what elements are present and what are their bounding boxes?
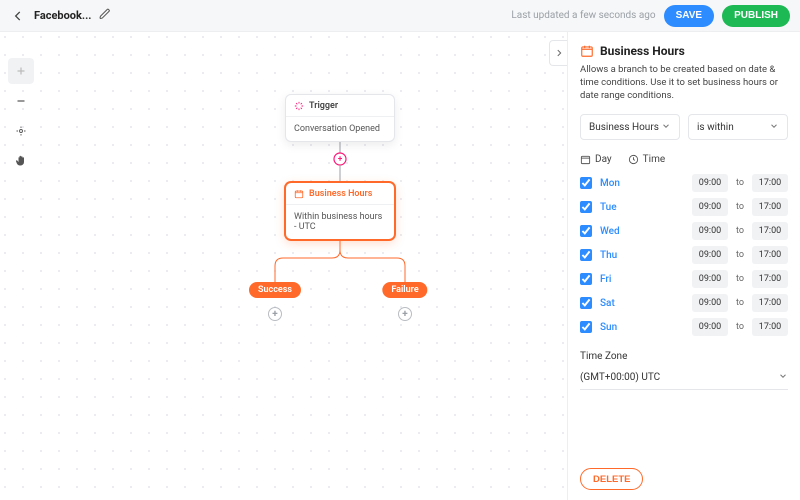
day-name: Wed (600, 226, 626, 237)
day-checkbox[interactable] (580, 273, 592, 285)
time-to-input[interactable]: 17:00 (752, 294, 788, 312)
day-name: Tue (600, 202, 626, 213)
schedule-row: Fri 09:00 to 17:00 (580, 269, 788, 289)
publish-button[interactable]: PUBLISH (722, 5, 790, 27)
node-business-hours-body: Within business hours - UTC (286, 205, 394, 239)
day-name: Thu (600, 250, 626, 261)
schedule-row: Sun 09:00 to 17:00 (580, 317, 788, 337)
node-business-hours-title: Business Hours (309, 189, 372, 199)
time-from-input[interactable]: 09:00 (692, 270, 728, 288)
save-button[interactable]: SAVE (664, 5, 715, 27)
node-trigger-title: Trigger (309, 101, 338, 111)
schedule-row: Tue 09:00 to 17:00 (580, 197, 788, 217)
workflow-title: Facebook... (34, 9, 91, 22)
mode-time-label: Time (643, 154, 665, 165)
day-name: Fri (600, 274, 626, 285)
day-checkbox[interactable] (580, 249, 592, 261)
time-to-input[interactable]: 17:00 (752, 198, 788, 216)
day-checkbox[interactable] (580, 297, 592, 309)
to-label: to (736, 178, 744, 188)
time-from-input[interactable]: 09:00 (692, 246, 728, 264)
day-name: Mon (600, 178, 626, 189)
timezone-label: Time Zone (580, 351, 788, 362)
mode-time-option[interactable]: Time (628, 154, 665, 165)
to-label: to (736, 250, 744, 260)
to-label: to (736, 226, 744, 236)
node-business-hours[interactable]: Business Hours Within business hours - U… (285, 182, 395, 240)
chevron-down-icon (769, 121, 779, 134)
time-to-input[interactable]: 17:00 (752, 246, 788, 264)
node-trigger[interactable]: Trigger Conversation Opened (285, 94, 395, 142)
schedule-row: Thu 09:00 to 17:00 (580, 245, 788, 265)
operator-select-value: is within (697, 122, 734, 133)
panel-title: Business Hours (580, 44, 788, 58)
schedule-row: Sat 09:00 to 17:00 (580, 293, 788, 313)
side-panel: Business Hours Allows a branch to be cre… (567, 32, 800, 500)
mode-day-option[interactable]: Day (580, 154, 612, 165)
schedule-row: Mon 09:00 to 17:00 (580, 173, 788, 193)
day-checkbox[interactable] (580, 321, 592, 333)
time-from-input[interactable]: 09:00 (692, 294, 728, 312)
timezone-value: (GMT+00:00) UTC (580, 372, 660, 383)
time-from-input[interactable]: 09:00 (692, 222, 728, 240)
add-step-failure[interactable]: + (398, 307, 412, 321)
to-label: to (736, 202, 744, 212)
operator-select[interactable]: is within (688, 114, 788, 140)
node-trigger-body: Conversation Opened (286, 117, 394, 141)
criteria-select[interactable]: Business Hours (580, 114, 680, 140)
delete-button[interactable]: DELETE (580, 468, 643, 490)
time-to-input[interactable]: 17:00 (752, 318, 788, 336)
chevron-down-icon (778, 371, 788, 384)
edit-title-icon[interactable] (99, 8, 111, 23)
panel-title-text: Business Hours (600, 44, 685, 58)
day-name: Sat (600, 298, 626, 309)
add-step-success[interactable]: + (268, 307, 282, 321)
time-to-input[interactable]: 17:00 (752, 270, 788, 288)
last-updated-text: Last updated a few seconds ago (511, 10, 655, 21)
schedule-row: Wed 09:00 to 17:00 (580, 221, 788, 241)
day-checkbox[interactable] (580, 225, 592, 237)
mode-day-label: Day (595, 154, 612, 165)
branch-success-pill[interactable]: Success (249, 282, 301, 298)
branch-failure-pill[interactable]: Failure (382, 282, 427, 298)
back-arrow-icon[interactable] (10, 8, 26, 24)
time-to-input[interactable]: 17:00 (752, 174, 788, 192)
to-label: to (736, 298, 744, 308)
time-to-input[interactable]: 17:00 (752, 222, 788, 240)
workflow-canvas[interactable]: + Trigger Conversation Opened (0, 32, 567, 500)
time-from-input[interactable]: 09:00 (692, 198, 728, 216)
criteria-select-value: Business Hours (589, 122, 659, 133)
timezone-select[interactable]: (GMT+00:00) UTC (580, 366, 788, 390)
chevron-down-icon (661, 121, 671, 134)
day-checkbox[interactable] (580, 177, 592, 189)
to-label: to (736, 322, 744, 332)
day-name: Sun (600, 322, 626, 333)
time-from-input[interactable]: 09:00 (692, 318, 728, 336)
panel-description: Allows a branch to be created based on d… (580, 64, 788, 102)
day-checkbox[interactable] (580, 201, 592, 213)
to-label: to (736, 274, 744, 284)
time-from-input[interactable]: 09:00 (692, 174, 728, 192)
